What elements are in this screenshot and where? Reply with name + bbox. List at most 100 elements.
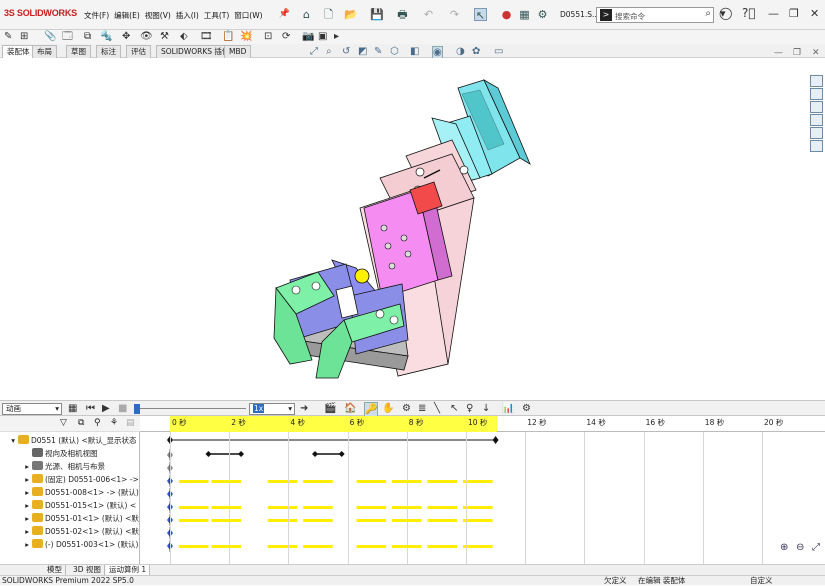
tree-option-icon[interactable]: ⧉ (78, 418, 84, 428)
tree-expand-icon[interactable]: ▸ (2, 525, 32, 538)
tab-3[interactable]: 标注 (96, 45, 121, 58)
task-pane-palette-icon[interactable] (810, 114, 823, 126)
update-speedpak-icon[interactable]: ⟳ (282, 30, 290, 44)
contact-icon[interactable]: ♀ (466, 402, 473, 416)
task-pane-appearance-icon[interactable] (810, 127, 823, 139)
tab-5[interactable]: SOLIDWORKS 插件 (156, 45, 235, 58)
tree-item[interactable]: ▸ D0551-015<1> (默认) < (2, 499, 136, 512)
search-input[interactable]: 搜索命令 (615, 11, 645, 22)
motion-segment[interactable] (356, 480, 387, 483)
motion-segment[interactable] (211, 545, 242, 548)
zoom-to-fit-icon[interactable]: ⤢ (310, 46, 318, 57)
smart-fasteners-icon[interactable]: 🔩 (100, 30, 112, 44)
display-style-icon[interactable]: ◧ (410, 46, 419, 57)
playback-mode-icon[interactable]: ➜ (300, 402, 308, 416)
view-key-point[interactable] (338, 451, 345, 457)
new-motion-study-icon[interactable]: 🎞 (200, 30, 213, 44)
bottom-tab-0[interactable]: 模型 (44, 565, 66, 575)
show-hidden-icon[interactable]: 👁 (140, 30, 153, 44)
motion-segment[interactable] (427, 519, 458, 522)
open-icon[interactable]: 📂 (344, 8, 358, 21)
tab-2[interactable]: 草图 (66, 45, 91, 58)
task-pane-library-icon[interactable] (810, 88, 823, 100)
tree-expand-icon[interactable]: ▸ (2, 499, 32, 512)
reference-geometry-icon[interactable]: ⬖ (180, 30, 188, 44)
tree-key-icon[interactable]: ⚲ (94, 418, 101, 428)
task-pane-home-icon[interactable] (810, 75, 823, 87)
motion-properties-icon[interactable]: ⚙ (522, 402, 531, 416)
tree-expand-icon[interactable]: ▸ (2, 460, 32, 473)
view-key-point[interactable] (205, 451, 212, 457)
motion-segment[interactable] (303, 545, 333, 548)
menu-item-1[interactable]: 编辑(E) (114, 10, 140, 21)
motion-segment[interactable] (178, 480, 209, 483)
edit-appearance-icon[interactable]: ◑ (456, 46, 465, 57)
tab-6[interactable]: MBD (224, 45, 252, 58)
motion-segment[interactable] (427, 545, 458, 548)
help-icon[interactable]: ?⃝ (742, 6, 756, 20)
tree-collapse-icon[interactable]: ▤ (126, 418, 135, 428)
menu-item-4[interactable]: 工具(T) (204, 10, 229, 21)
motion-segment[interactable] (463, 519, 493, 522)
tree-item[interactable]: ▾ D0551 (默认) <默认_显示状态 (2, 434, 137, 447)
view-key-point[interactable] (238, 451, 245, 457)
add-key-icon[interactable]: ✋ (382, 402, 394, 416)
rebuild-icon[interactable]: ▦ (518, 8, 531, 21)
motion-segment[interactable] (211, 480, 242, 483)
doc-close-icon[interactable]: ✕ (812, 48, 820, 58)
tree-expand-icon[interactable]: ▸ (2, 486, 32, 499)
menu-item-2[interactable]: 视图(V) (145, 10, 171, 21)
study-type-select[interactable]: 动画 ▾ (2, 403, 62, 415)
new-document-icon[interactable]: 🗋 (322, 8, 335, 21)
save-icon[interactable]: 💾 (370, 8, 384, 21)
take-snapshot-icon[interactable]: 📷 (302, 30, 314, 44)
motion-segment[interactable] (463, 545, 493, 548)
tree-expand-icon[interactable]: ▾ (8, 434, 18, 447)
linear-pattern-icon[interactable]: ⧉ (84, 30, 91, 44)
save-animation-icon[interactable]: 🎬 (324, 402, 336, 416)
view-orientation-icon[interactable]: ⬡ (390, 46, 399, 57)
key-point-end[interactable] (492, 436, 499, 444)
assembly-features-icon[interactable]: ⚒ (160, 30, 169, 44)
doc-minimize-icon[interactable]: — (774, 48, 783, 58)
pin-icon[interactable]: 📌 (278, 8, 291, 21)
tree-expand-icon[interactable]: ▸ (2, 473, 32, 486)
play-icon[interactable]: ▶ (102, 402, 110, 416)
play-from-start-icon[interactable]: ⏮ (86, 402, 95, 416)
maximize-icon[interactable]: ❐ (789, 7, 799, 20)
more-icon[interactable]: ▸ (334, 30, 339, 44)
motion-segment[interactable] (463, 506, 493, 509)
motion-segment[interactable] (178, 519, 209, 522)
minimize-icon[interactable]: — (768, 7, 779, 20)
task-pane-properties-icon[interactable] (810, 140, 823, 152)
edit-component-icon[interactable]: ✎ (4, 30, 12, 44)
motor-icon[interactable]: ⚙ (402, 402, 411, 416)
previous-view-icon[interactable]: ↺ (342, 46, 350, 57)
motion-segment[interactable] (211, 506, 242, 509)
tree-item[interactable]: 视向及相机视图 (2, 447, 98, 460)
zoom-area-icon[interactable]: ⌕ (326, 46, 332, 57)
instant3d-icon[interactable]: ⊡ (264, 30, 272, 44)
calculate-icon[interactable]: ▦ (68, 402, 77, 416)
damper-icon[interactable]: ╲ (434, 402, 440, 416)
solidworks-logo[interactable]: 3S SOLIDWORKS (4, 8, 77, 18)
motion-segment[interactable] (427, 506, 458, 509)
large-assembly-mode-icon[interactable]: ▣ (318, 30, 327, 44)
motion-segment[interactable] (267, 506, 298, 509)
options-gear-icon[interactable]: ⚙ (536, 8, 549, 21)
timeline-marks[interactable]: ⊕ ⊖ ⤢ (140, 416, 825, 564)
motion-segment[interactable] (211, 519, 242, 522)
motion-segment[interactable] (463, 480, 493, 483)
menu-item-5[interactable]: 窗口(W) (234, 10, 262, 21)
bill-of-materials-icon[interactable]: 📋 (222, 30, 234, 44)
timeline-area[interactable]: 0 秒2 秒4 秒6 秒8 秒 10 秒 12 秒 14 秒 16 秒 18 秒 20 秒 … (140, 416, 825, 564)
motion-segment[interactable] (427, 480, 458, 483)
tree-item[interactable]: ▸ D0551-008<1> -> (默认) (2, 486, 139, 499)
results-plots-icon[interactable]: 📊 (502, 402, 514, 416)
gravity-icon[interactable]: ↓ (482, 402, 490, 416)
tree-item[interactable]: ▸ (固定) D0551-006<1> -> (2, 473, 139, 486)
tree-expand-icon[interactable]: ▸ (2, 512, 32, 525)
filter-icon[interactable]: ▽ (60, 418, 67, 428)
motion-segment[interactable] (303, 519, 333, 522)
insert-components-icon[interactable]: ⊞ (20, 30, 28, 44)
